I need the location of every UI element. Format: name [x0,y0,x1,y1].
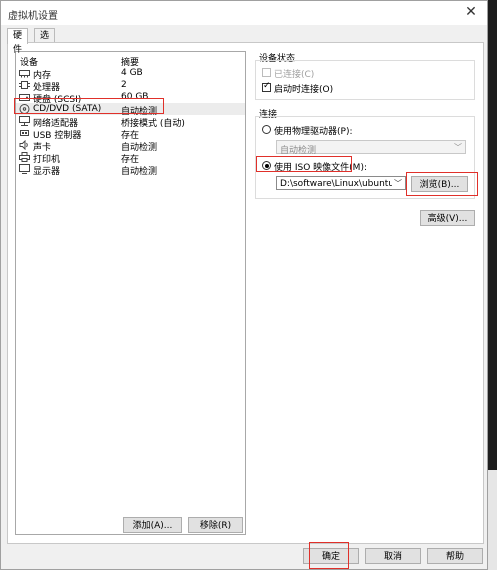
background-window-edge [488,0,497,570]
iso-image-radio[interactable] [262,161,271,170]
usb-icon [20,130,29,136]
connect-at-power-on-label: 启动时连接(O) [274,85,334,95]
physical-drive-radio[interactable] [262,125,271,134]
chevron-down-icon: ﹀ [394,179,402,188]
sound-card-icon [19,140,28,150]
tab-hardware[interactable]: 硬件 [7,28,29,55]
device-summary: 60 GB [121,92,149,102]
dialog-footer: 确定 取消 帮助 [1,542,487,570]
cpu-icon [19,81,30,89]
help-button[interactable]: 帮助 [427,548,483,564]
device-list: 设备 摘要 内存 4 GB 处理器 2 硬盘 (SCSI) 60 GB CD/D… [15,51,246,535]
connected-label: 已连接(C) [274,70,315,80]
iso-path-input[interactable]: D:\software\Linux\ubuntu-16.0 ﹀ [276,176,406,190]
device-summary: 自动检测 [121,167,158,177]
device-row-display[interactable]: 显示器 自动检测 [16,163,245,177]
physical-drive-select[interactable]: 自动检测 ﹀ [276,140,466,156]
chevron-down-icon: ﹀ [454,143,462,152]
device-row-processor[interactable]: 处理器 2 [16,79,245,93]
device-row-memory[interactable]: 内存 4 GB [16,67,245,81]
device-list-header: 设备 摘要 [16,52,245,68]
device-row-usb-controller[interactable]: USB 控制器 存在 [16,127,245,141]
physical-drive-value: 自动检测 [280,146,317,156]
connected-checkbox[interactable] [262,68,271,77]
connect-at-power-on-checkbox[interactable]: ✓ [262,81,271,92]
device-summary: 2 [121,80,127,90]
remove-device-button[interactable]: 移除(R) [188,517,243,533]
iso-image-label: 使用 ISO 映像文件(M): [274,163,367,173]
device-row-cd-dvd[interactable]: CD/DVD (SATA) 自动检测 [16,103,245,117]
tab-content-hardware: 设备 摘要 内存 4 GB 处理器 2 硬盘 (SCSI) 60 GB CD/D… [7,42,484,544]
tab-options[interactable]: 选项 [34,28,56,55]
cd-dvd-icon [19,104,30,114]
ok-button[interactable]: 确定 [303,548,359,564]
advanced-button[interactable]: 高级(V)... [420,210,475,226]
cancel-button[interactable]: 取消 [365,548,421,564]
device-row-printer[interactable]: 打印机 存在 [16,151,245,165]
device-summary: 4 GB [121,68,143,78]
device-name: 显示器 [33,167,61,177]
monitor-icon [19,164,30,174]
vm-settings-dialog: 虚拟机设置 ✕ 硬件 选项 设备 摘要 内存 4 GB 处理器 2 [0,0,488,570]
close-icon[interactable]: ✕ [463,4,479,20]
printer-icon [19,152,30,162]
physical-drive-label: 使用物理驱动器(P): [274,127,353,137]
add-device-button[interactable]: 添加(A)... [123,517,182,533]
window-title: 虚拟机设置 [8,11,58,22]
title-bar: 虚拟机设置 ✕ [1,1,487,25]
browse-button[interactable]: 浏览(B)... [411,176,468,192]
device-row-network-adapter[interactable]: 网络适配器 桥接模式 (自动) [16,115,245,129]
device-name: CD/DVD (SATA) [33,104,102,114]
network-adapter-icon [19,116,30,126]
device-row-harddisk[interactable]: 硬盘 (SCSI) 60 GB [16,91,245,105]
device-row-sound-card[interactable]: 声卡 自动检测 [16,139,245,153]
memory-icon [19,70,30,78]
harddisk-icon [19,94,30,101]
iso-path-value: D:\software\Linux\ubuntu-16.0 [280,179,392,189]
